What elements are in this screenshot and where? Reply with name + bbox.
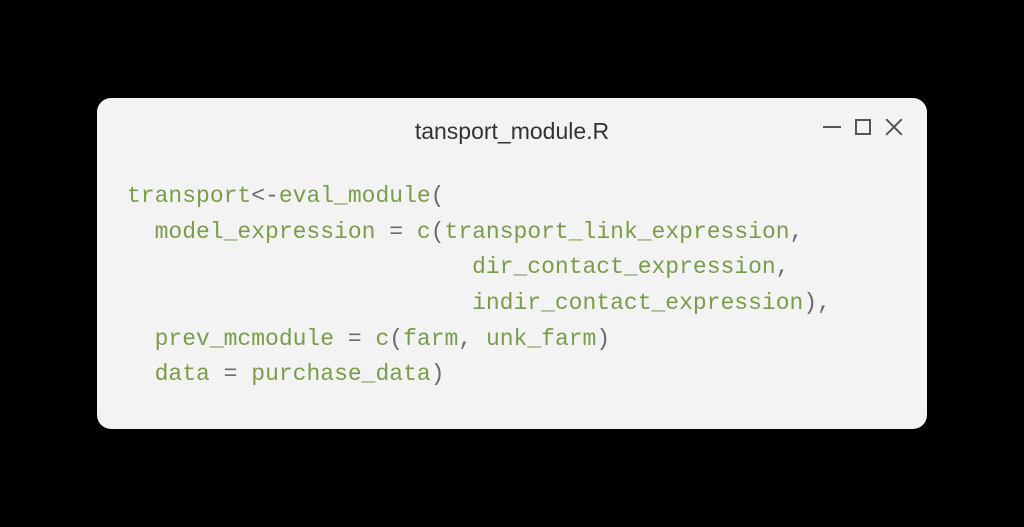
code-token: ,	[458, 326, 486, 352]
code-token: (	[389, 326, 403, 352]
code-token	[237, 361, 251, 387]
code-token: purchase_data	[251, 361, 430, 387]
code-token	[127, 290, 472, 316]
code-token: =	[348, 326, 362, 352]
code-token: <-	[251, 183, 279, 209]
code-token: (	[431, 183, 445, 209]
code-token: dir_contact_expression	[472, 254, 776, 280]
code-token: c	[375, 326, 389, 352]
code-token: ,	[776, 254, 790, 280]
close-icon[interactable]	[885, 118, 903, 136]
code-token	[334, 326, 348, 352]
window-title: tansport_module.R	[415, 118, 609, 145]
code-token: eval_module	[279, 183, 431, 209]
code-token: transport_link_expression	[445, 219, 790, 245]
code-token: model_expression	[127, 219, 375, 245]
code-token: ),	[803, 290, 831, 316]
code-token	[362, 326, 376, 352]
code-window: tansport_module.R transport<-eval_module…	[97, 98, 927, 429]
code-token: ,	[790, 219, 804, 245]
code-token: (	[431, 219, 445, 245]
code-token: transport	[127, 183, 251, 209]
minimize-icon[interactable]	[823, 126, 841, 128]
code-token	[403, 219, 417, 245]
code-token: c	[417, 219, 431, 245]
code-token: prev_mcmodule	[127, 326, 334, 352]
code-token: indir_contact_expression	[472, 290, 803, 316]
titlebar: tansport_module.R	[97, 98, 927, 161]
code-token: )	[431, 361, 445, 387]
code-token: farm	[403, 326, 458, 352]
maximize-icon[interactable]	[855, 119, 871, 135]
window-controls	[823, 118, 903, 136]
code-token: )	[596, 326, 610, 352]
code-token: unk_farm	[486, 326, 596, 352]
code-token	[127, 254, 472, 280]
code-token: =	[389, 219, 403, 245]
code-token	[375, 219, 389, 245]
code-token: data	[127, 361, 210, 387]
code-token	[210, 361, 224, 387]
code-token: =	[224, 361, 238, 387]
code-content: transport<-eval_module( model_expression…	[97, 161, 927, 429]
